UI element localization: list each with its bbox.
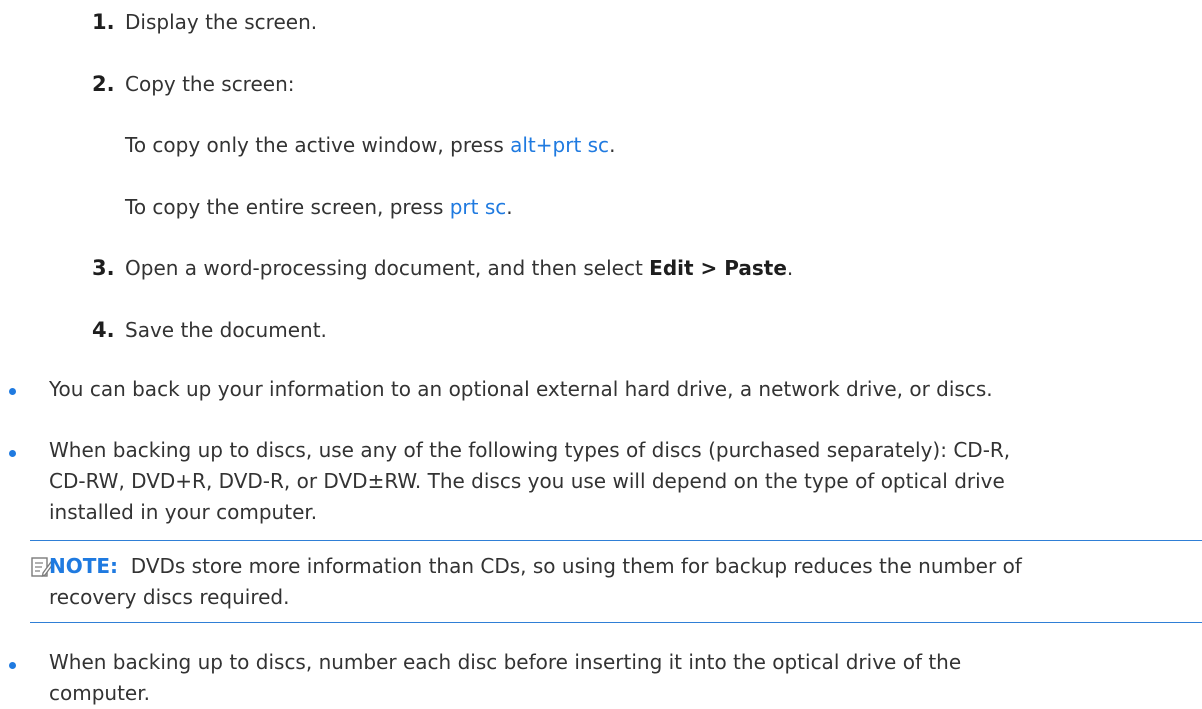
step-number: 3.: [92, 256, 115, 280]
step-text: Copy the screen:: [125, 72, 295, 96]
step-text-part: Open a word-processing document, and the…: [125, 256, 650, 280]
bullet-line: You can back up your information to an o…: [49, 377, 993, 401]
substep-text-end: .: [506, 195, 513, 219]
step-text: Open a word-processing document, and the…: [125, 256, 793, 280]
menu-path: Edit > Paste: [649, 256, 787, 280]
step-text: Save the document.: [125, 318, 327, 342]
bullet-dot: [9, 450, 16, 457]
bullet-dot: [9, 388, 16, 395]
note-bottom-rule: [30, 622, 1202, 623]
step-number: 1.: [92, 10, 115, 34]
substep-active-window: To copy only the active window, press al…: [125, 133, 615, 157]
substep-text-end: .: [609, 133, 616, 157]
bullet-line: When backing up to discs, number each di…: [49, 650, 962, 674]
note-body: DVDs store more information than CDs, so…: [130, 554, 1022, 578]
step-text: Display the screen.: [125, 10, 318, 34]
bullet-dot: [9, 662, 16, 669]
step-number: 4.: [92, 318, 115, 342]
bullet-line: computer.: [49, 681, 150, 705]
note-line-1: NOTE: DVDs store more information than C…: [49, 551, 1022, 582]
note-line-2: recovery discs required.: [49, 585, 290, 609]
step-text-end: .: [786, 256, 794, 280]
step-number: 2.: [92, 72, 115, 96]
bullet-text: When backing up to discs, number each di…: [49, 647, 961, 709]
substep-text: To copy the entire screen, press: [125, 195, 450, 219]
note-top-rule: [30, 540, 1202, 541]
bullet-text: You can back up your information to an o…: [49, 374, 993, 405]
note-label: NOTE:: [49, 554, 119, 578]
bullet-line: installed in your computer.: [49, 500, 318, 524]
substep-entire-screen: To copy the entire screen, press prt sc.: [125, 195, 513, 219]
bullet-text: When backing up to discs, use any of the…: [49, 435, 1010, 528]
bullet-line: CD-RW, DVD+R, DVD-R, or DVD±RW. The disc…: [49, 469, 1005, 493]
substep-text: To copy only the active window, press: [125, 133, 511, 157]
key-link-alt-prt-sc[interactable]: alt+prt sc: [510, 133, 609, 157]
key-link-prt-sc[interactable]: prt sc: [450, 195, 507, 219]
bullet-line: When backing up to discs, use any of the…: [49, 438, 1011, 462]
note-text: NOTE: DVDs store more information than C…: [49, 551, 1022, 613]
